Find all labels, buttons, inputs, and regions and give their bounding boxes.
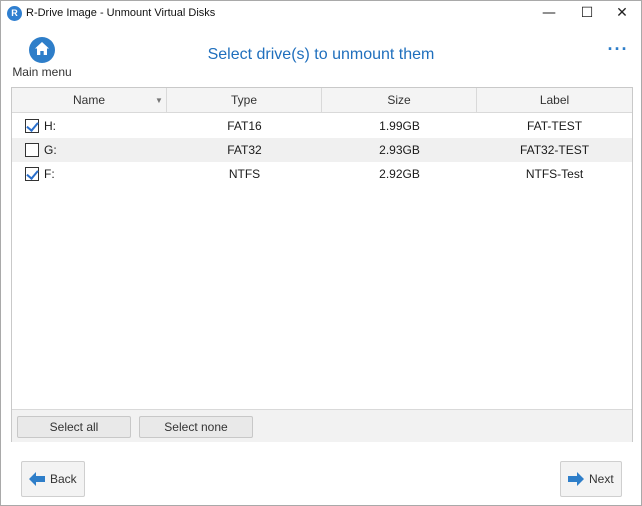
table-row[interactable]: H: FAT16 1.99GB FAT-TEST xyxy=(12,114,632,138)
more-options-icon[interactable]: ··· xyxy=(605,40,631,60)
back-button[interactable]: Back xyxy=(21,461,85,497)
drive-type: FAT32 xyxy=(227,143,262,157)
drive-name: G: xyxy=(44,143,57,157)
drive-name: F: xyxy=(44,167,55,181)
main-menu-label: Main menu xyxy=(12,65,72,79)
column-header-type[interactable]: Type xyxy=(167,88,322,113)
grid-header: Name ▼ Type Size Label xyxy=(12,88,632,113)
drive-list: H: FAT16 1.99GB FAT-TEST G: FAT32 2.93GB… xyxy=(12,114,632,186)
page-title: Select drive(s) to unmount them xyxy=(207,46,435,63)
drive-size: 1.99GB xyxy=(379,119,420,133)
drive-label: FAT32-TEST xyxy=(519,143,590,157)
row-checkbox[interactable] xyxy=(25,167,39,181)
app-icon: R xyxy=(7,6,22,21)
drive-size: 2.93GB xyxy=(379,143,420,157)
page-header: Main menu Select drive(s) to unmount the… xyxy=(1,26,641,82)
next-label: Next xyxy=(589,472,614,486)
back-label: Back xyxy=(50,472,77,486)
window-title: R-Drive Image - Unmount Virtual Disks xyxy=(26,7,216,19)
row-checkbox[interactable] xyxy=(25,143,39,157)
drive-type: FAT16 xyxy=(227,119,262,133)
close-button[interactable]: ✕ xyxy=(599,1,642,26)
arrow-left-icon xyxy=(29,472,45,486)
sort-down-icon: ▼ xyxy=(155,96,163,105)
arrow-right-icon xyxy=(568,472,584,486)
table-row[interactable]: F: NTFS 2.92GB NTFS-Test xyxy=(12,162,632,186)
title-bar: R R-Drive Image - Unmount Virtual Disks … xyxy=(1,1,641,26)
drive-size: 2.92GB xyxy=(379,167,420,181)
drives-panel: Name ▼ Type Size Label H: FAT16 1.99GB F… xyxy=(11,87,633,442)
select-none-button[interactable]: Select none xyxy=(139,416,253,438)
drive-type: NTFS xyxy=(228,167,261,181)
column-header-label[interactable]: Label xyxy=(477,88,632,113)
column-header-size[interactable]: Size xyxy=(322,88,477,113)
drive-name: H: xyxy=(44,119,56,133)
next-button[interactable]: Next xyxy=(560,461,622,497)
drive-label: FAT-TEST xyxy=(526,119,583,133)
app-window: R R-Drive Image - Unmount Virtual Disks … xyxy=(0,0,642,506)
navigation-bar: Back Next xyxy=(1,447,641,505)
column-header-name[interactable]: Name xyxy=(12,88,167,113)
row-checkbox[interactable] xyxy=(25,119,39,133)
select-all-button[interactable]: Select all xyxy=(17,416,131,438)
panel-footer: Select all Select none xyxy=(12,409,632,442)
drive-label: NTFS-Test xyxy=(525,167,584,181)
table-row[interactable]: G: FAT32 2.93GB FAT32-TEST xyxy=(12,138,632,162)
